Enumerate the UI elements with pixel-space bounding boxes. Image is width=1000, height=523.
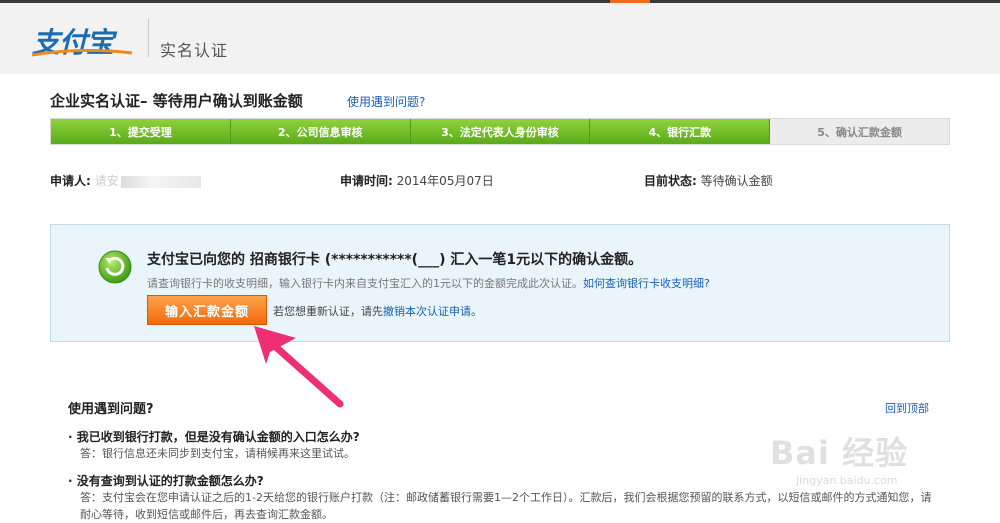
- refresh-check-icon: [98, 250, 132, 284]
- notice-main-text: 支付宝已向您的 招商银行卡 (***********(___) 汇入一笔1元以下…: [147, 252, 643, 268]
- notice-sub-desc: 请查询银行卡的收支明细，输入银行卡内来自支付宝汇入的1元以下的金额完成此次认证。: [147, 277, 583, 290]
- status-info: 目前状态: 等待确认金额: [644, 172, 773, 189]
- query-statement-link[interactable]: 如何查询银行卡收支明细?: [583, 277, 710, 290]
- step-2: 2、公司信息审核: [230, 119, 411, 144]
- cancel-application-link[interactable]: 撤销本次认证申请: [383, 305, 471, 318]
- logo-swoosh-icon: [31, 49, 133, 57]
- watermark-url: jingyan.baidu.com: [796, 474, 898, 487]
- watermark-brand: Bai 经验: [770, 434, 909, 472]
- time-label: 申请时间:: [340, 174, 393, 188]
- notice-alt-text: 若您想重新认证，请先撤销本次认证申请。: [273, 303, 482, 319]
- enter-amount-button[interactable]: 输入汇款金额: [147, 295, 267, 325]
- alt-desc: 若您想重新认证，请先: [273, 305, 383, 318]
- status-label: 目前状态:: [644, 174, 697, 188]
- header-title: 实名认证: [160, 41, 229, 60]
- step-4: 4、银行汇款: [590, 119, 771, 144]
- faq-title: 使用遇到问题?: [68, 402, 154, 417]
- redacted-block: [120, 175, 201, 188]
- time-value: 2014年05月07日: [396, 174, 494, 188]
- step-5: 5、确认汇款金额: [770, 119, 949, 144]
- alt-end: 。: [471, 305, 482, 318]
- applicant-value: 请安: [94, 174, 119, 188]
- step-3: 3、法定代表人身份审核: [410, 119, 591, 144]
- time-info: 申请时间: 2014年05月07日: [340, 172, 494, 189]
- applicant-info: 申请人: 请安: [50, 172, 201, 189]
- faq-question-1: · 我已收到银行打款，但是没有确认金额的入口怎么办?: [68, 430, 360, 444]
- back-to-top-link[interactable]: 回到顶部: [885, 400, 929, 416]
- notice-panel: 支付宝已向您的 招商银行卡 (***********(___) 汇入一笔1元以下…: [50, 224, 950, 342]
- notice-sub-text: 请查询银行卡的收支明细，输入银行卡内来自支付宝汇入的1元以下的金额完成此次认证。…: [147, 275, 710, 291]
- faq-question-2: · 没有查询到认证的打款金额怎么办?: [68, 474, 264, 488]
- step-1: 1、提交受理: [51, 119, 231, 144]
- applicant-label: 申请人:: [50, 174, 91, 188]
- progress-steps: 1、提交受理 2、公司信息审核 3、法定代表人身份审核 4、银行汇款 5、确认汇…: [50, 118, 950, 145]
- page-title: 企业实名认证– 等待用户确认到账金额: [50, 92, 303, 110]
- baidu-watermark: Bai 经验 jingyan.baidu.com: [770, 428, 970, 510]
- help-link[interactable]: 使用遇到问题?: [347, 93, 425, 110]
- header-divider: [148, 19, 149, 57]
- status-value: 等待确认金额: [700, 174, 773, 188]
- header: 支付宝 实名认证: [0, 3, 1000, 74]
- alipay-logo[interactable]: 支付宝: [30, 19, 142, 59]
